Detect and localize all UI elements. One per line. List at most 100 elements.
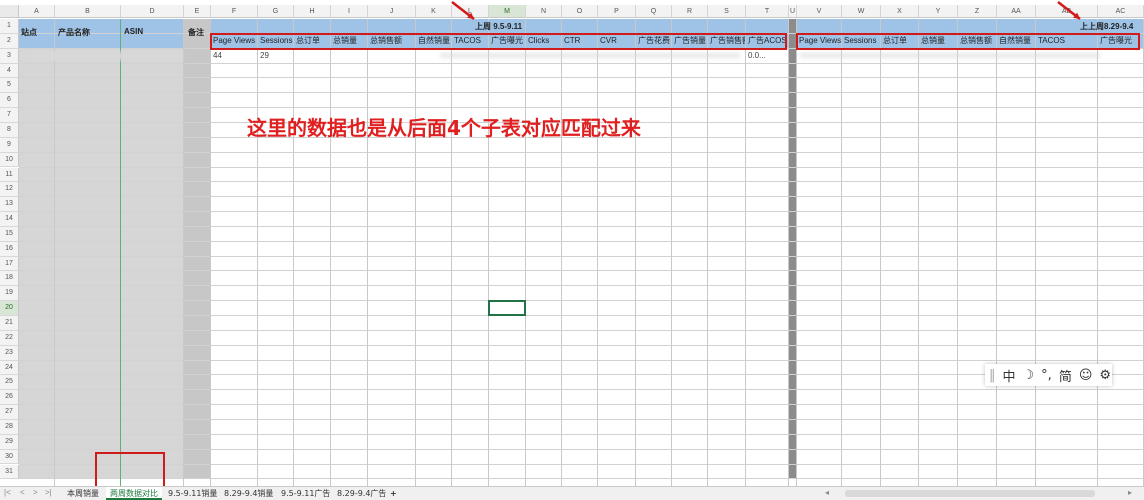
column-header-m[interactable]: M: [489, 5, 526, 18]
product-name-header: 产品名称: [58, 28, 90, 37]
row-header-24[interactable]: 24: [0, 360, 19, 376]
annotation-text: 这里的数据也是从后面4个子表对应匹配过来: [247, 116, 641, 140]
grid-col-line: [745, 19, 746, 486]
grid-col-line: [210, 19, 211, 486]
column-header-k[interactable]: K: [416, 5, 452, 18]
row-header-18[interactable]: 18: [0, 271, 19, 287]
row-header-28[interactable]: 28: [0, 419, 19, 435]
next-sheet-icon[interactable]: >: [33, 488, 38, 497]
select-all-corner[interactable]: [0, 5, 19, 18]
horizontal-scrollbar[interactable]: [845, 490, 1095, 497]
row-header-12[interactable]: 12: [0, 182, 19, 198]
row-header-30[interactable]: 30: [0, 449, 19, 465]
grid-col-line: [635, 19, 636, 486]
column-header-r[interactable]: R: [672, 5, 708, 18]
row-header-21[interactable]: 21: [0, 316, 19, 331]
ime-drag-handle[interactable]: ‖: [989, 368, 996, 383]
column-header-o[interactable]: O: [562, 5, 598, 18]
column-header-aa[interactable]: AA: [997, 5, 1036, 18]
ime-chinese-mode-icon[interactable]: 中: [1003, 366, 1016, 385]
column-header-h[interactable]: H: [294, 5, 331, 18]
row-header-1[interactable]: 1: [0, 19, 19, 34]
column-header-ab[interactable]: AB: [1036, 5, 1098, 18]
row-header-6[interactable]: 6: [0, 93, 19, 109]
row-header-14[interactable]: 14: [0, 212, 19, 227]
column-header-ac[interactable]: AC: [1098, 5, 1144, 18]
column-header-n[interactable]: N: [526, 5, 562, 18]
column-header-p[interactable]: P: [598, 5, 636, 18]
sheet-tab[interactable]: 8.29-9.4广告: [333, 487, 390, 500]
column-header-z[interactable]: Z: [958, 5, 997, 18]
last-sheet-icon[interactable]: >|: [45, 488, 52, 497]
column-header-a[interactable]: A: [19, 5, 55, 18]
data-cell[interactable]: 0.0...: [748, 50, 788, 62]
ime-simplified-icon[interactable]: 简: [1059, 366, 1072, 385]
row-header-16[interactable]: 16: [0, 241, 19, 257]
row-header-15[interactable]: 15: [0, 226, 19, 242]
sheet-tab[interactable]: 9.5-9.11销量: [164, 487, 221, 500]
column-header-g[interactable]: G: [258, 5, 294, 18]
scroll-right-icon[interactable]: ▸: [1128, 488, 1132, 497]
ime-emoji-icon[interactable]: ☺: [1079, 368, 1093, 383]
grid-row-line: [19, 463, 1144, 465]
column-header-b[interactable]: B: [55, 5, 121, 18]
column-header-l[interactable]: L: [452, 5, 489, 18]
sheet-tab[interactable]: 8.29-9.4销量: [220, 487, 277, 500]
ime-punctuation-icon[interactable]: °,: [1041, 368, 1052, 383]
column-header-f[interactable]: F: [211, 5, 258, 18]
row-header-5[interactable]: 5: [0, 78, 19, 94]
column-header-e[interactable]: E: [184, 5, 211, 18]
ime-moon-icon[interactable]: ☽: [1023, 368, 1035, 383]
row-header-26[interactable]: 26: [0, 390, 19, 406]
selected-cell[interactable]: [488, 300, 526, 316]
row-header-9[interactable]: 9: [0, 137, 19, 153]
row-header-8[interactable]: 8: [0, 122, 19, 138]
grid-col-line: [918, 19, 919, 486]
row-header-25[interactable]: 25: [0, 375, 19, 391]
sheet-tab[interactable]: 本周销量: [63, 487, 103, 500]
asin-header: ASIN: [124, 27, 144, 36]
row-header-13[interactable]: 13: [0, 197, 19, 213]
row-header-31[interactable]: 31: [0, 464, 19, 480]
row-header-3[interactable]: 3: [0, 48, 19, 64]
row-header-7[interactable]: 7: [0, 108, 19, 123]
column-header-q[interactable]: Q: [636, 5, 672, 18]
row-header-27[interactable]: 27: [0, 405, 19, 420]
column-header-v[interactable]: V: [797, 5, 842, 18]
spreadsheet-grid[interactable]: A B D E F G H I J K L M N O P Q R S T U V W X Y Z AA AB AC 1 2 3 4 5 6 7 8 9…: [0, 0, 1144, 486]
column-header-x[interactable]: X: [881, 5, 919, 18]
column-header-u[interactable]: U: [789, 5, 797, 18]
sheet-tab[interactable]: 两周数据对比: [106, 487, 162, 500]
row-header-4[interactable]: 4: [0, 63, 19, 79]
grid-row-line: [19, 77, 1144, 79]
column-header-d[interactable]: D: [121, 5, 184, 18]
grid-col-line: [880, 19, 881, 486]
row-header-22[interactable]: 22: [0, 330, 19, 346]
ime-settings-icon[interactable]: ⚙: [1099, 368, 1111, 383]
column-header-j[interactable]: J: [368, 5, 416, 18]
data-cell[interactable]: 44: [213, 50, 257, 62]
row-header-23[interactable]: 23: [0, 345, 19, 361]
grid-row-line: [19, 181, 1144, 183]
sheet-tab[interactable]: 9.5-9.11广告: [277, 487, 334, 500]
row-header-2[interactable]: 2: [0, 33, 19, 49]
add-sheet-button[interactable]: +: [386, 487, 401, 500]
column-header-y[interactable]: Y: [919, 5, 958, 18]
grid-col-line: [54, 19, 55, 486]
row-header-20[interactable]: 20: [0, 301, 19, 316]
grid-col-line: [796, 19, 797, 486]
row-header-29[interactable]: 29: [0, 434, 19, 450]
grid-col-line: [957, 19, 958, 486]
row-header-11[interactable]: 11: [0, 167, 19, 183]
data-cell[interactable]: 29: [260, 50, 293, 62]
prev-sheet-icon[interactable]: <: [20, 488, 25, 497]
column-header-s[interactable]: S: [708, 5, 746, 18]
first-sheet-icon[interactable]: |<: [4, 488, 11, 497]
row-header-19[interactable]: 19: [0, 286, 19, 302]
column-header-i[interactable]: I: [331, 5, 368, 18]
row-header-10[interactable]: 10: [0, 152, 19, 168]
column-header-t[interactable]: T: [746, 5, 789, 18]
column-header-w[interactable]: W: [842, 5, 881, 18]
scroll-left-icon[interactable]: ◂: [825, 488, 829, 497]
row-header-17[interactable]: 17: [0, 256, 19, 272]
